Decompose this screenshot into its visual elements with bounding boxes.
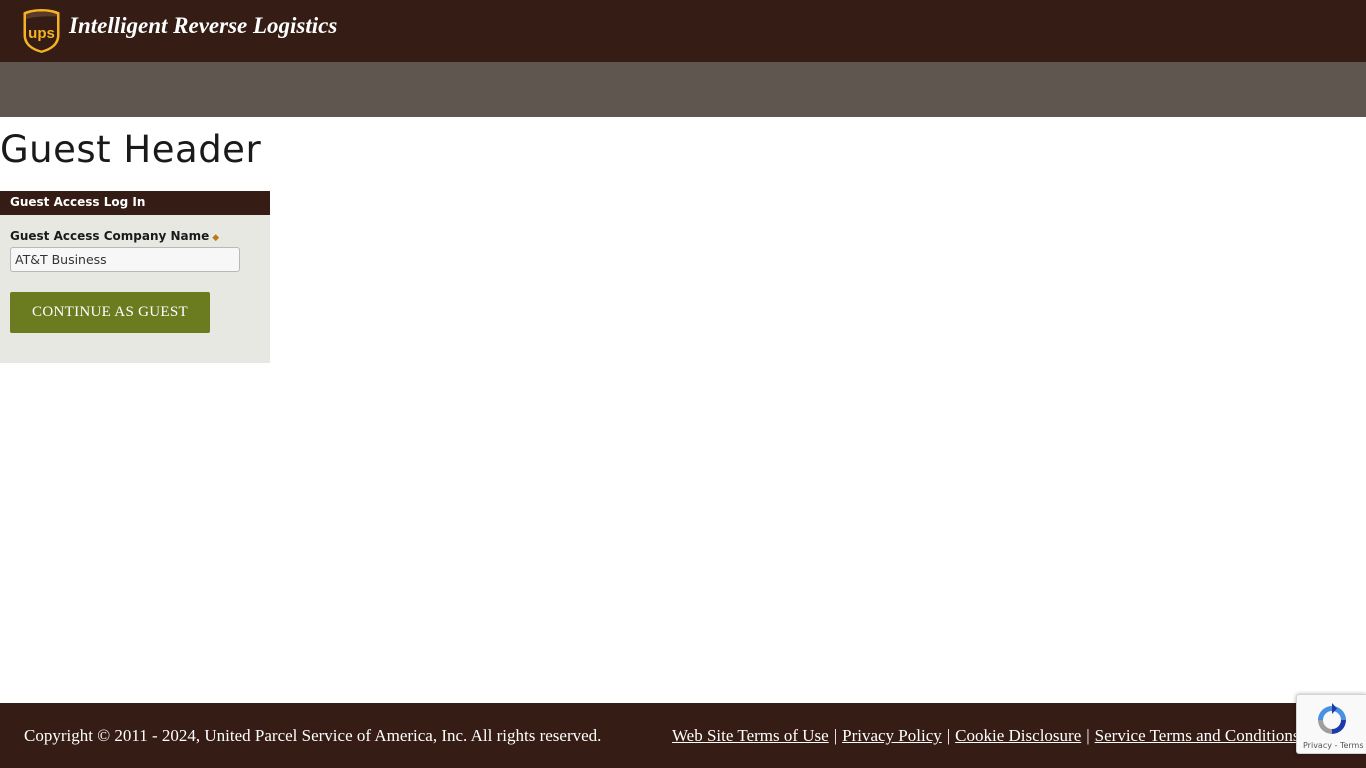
privacy-policy-link[interactable]: Privacy Policy [842,726,942,745]
required-marker-icon: ◆ [212,233,220,243]
app-title: Intelligent Reverse Logistics [69,13,338,38]
terms-of-use-link[interactable]: Web Site Terms of Use [672,726,829,745]
cookie-disclosure-link[interactable]: Cookie Disclosure [955,726,1081,745]
ups-logo-text: ups [28,25,55,42]
footer-separator: | [946,726,951,745]
company-name-label-text: Guest Access Company Name [10,229,210,243]
top-header-bar: ups Intelligent Reverse Logistics [0,0,1366,62]
recaptcha-icon [1318,703,1346,734]
ups-logo-icon[interactable]: ups [22,8,61,54]
footer: Copyright © 2011 - 2024, United Parcel S… [0,703,1366,768]
recaptcha-terms-link[interactable]: Terms [1340,741,1364,750]
recaptcha-links: Privacy - Terms [1303,741,1364,750]
navigation-bar [0,62,1366,117]
recaptcha-separator: - [1331,741,1340,750]
guest-login-panel: Guest Access Log In Guest Access Company… [0,191,270,363]
recaptcha-badge[interactable]: Privacy - Terms [1296,694,1366,754]
page-title: Guest Header [0,128,262,171]
panel-header: Guest Access Log In [0,191,270,215]
company-name-label: Guest Access Company Name ◆ [10,229,219,243]
service-terms-link[interactable]: Service Terms and Conditions [1095,726,1300,745]
recaptcha-privacy-link[interactable]: Privacy [1303,741,1332,750]
footer-separator: | [1086,726,1090,745]
company-name-input[interactable] [10,247,240,272]
continue-as-guest-button[interactable]: CONTINUE AS GUEST [10,292,210,333]
footer-links: Web Site Terms of Use | Privacy Policy | Coo… [672,726,1300,746]
footer-separator: | [833,726,838,745]
copyright-text: Copyright © 2011 - 2024, United Parcel S… [24,726,602,745]
